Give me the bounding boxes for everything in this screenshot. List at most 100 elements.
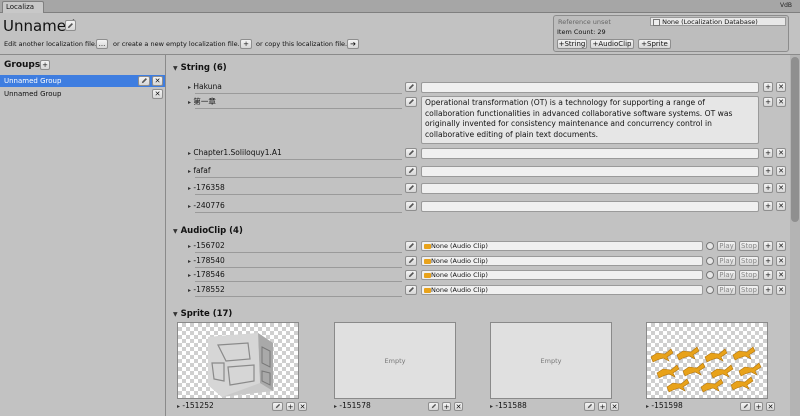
edit-key-button[interactable] (405, 256, 417, 266)
add-entry-button[interactable]: + (763, 256, 773, 266)
string-value-field[interactable] (421, 183, 759, 194)
audioclip-object-field[interactable]: None (Audio Clip) (421, 256, 703, 266)
edit-key-button[interactable] (405, 270, 417, 280)
play-button[interactable]: Play (717, 256, 736, 266)
group-row[interactable]: Unnamed Group ✕ (0, 75, 165, 87)
add-entry-button[interactable]: + (763, 97, 773, 107)
pencil-icon (408, 168, 414, 174)
expand-icon: ▸ (188, 185, 192, 192)
animal-frame (704, 348, 728, 363)
pencil-icon (743, 403, 748, 409)
window-right-label: VdB (779, 2, 792, 9)
play-button[interactable]: Play (717, 241, 736, 251)
sprite-preview[interactable]: Empty (334, 322, 456, 399)
sprite-preview[interactable]: Empty (490, 322, 612, 399)
string-value-field[interactable] (421, 148, 759, 159)
remove-entry-button[interactable]: ✕ (776, 82, 786, 92)
stop-button[interactable]: Stop (739, 285, 759, 295)
expand-icon: ▸ (188, 84, 192, 91)
stop-button[interactable]: Stop (739, 256, 759, 266)
edit-key-button[interactable] (405, 241, 417, 251)
add-entry-button[interactable]: + (763, 82, 773, 92)
add-entry-button[interactable]: + (763, 166, 773, 176)
stop-button[interactable]: Stop (739, 270, 759, 280)
remove-entry-button[interactable]: ✕ (766, 402, 775, 411)
add-sprite-button[interactable]: +Sprite (638, 39, 671, 49)
sprite-preview[interactable] (646, 322, 768, 399)
add-entry-button[interactable]: + (763, 148, 773, 158)
object-picker-icon[interactable] (706, 257, 714, 265)
audioclip-key: ▸ -178552 (188, 285, 225, 294)
remove-entry-button[interactable]: ✕ (776, 270, 786, 280)
add-entry-button[interactable]: + (754, 402, 763, 411)
edit-key-button[interactable] (584, 402, 595, 411)
add-entry-button[interactable]: + (763, 201, 773, 211)
edit-key-button[interactable] (428, 402, 439, 411)
add-string-button[interactable]: +String (557, 39, 587, 49)
add-entry-button[interactable]: + (286, 402, 295, 411)
string-value-field[interactable] (421, 82, 759, 93)
remove-entry-button[interactable]: ✕ (776, 183, 786, 193)
remove-entry-button[interactable]: ✕ (610, 402, 619, 411)
edit-key-button[interactable] (405, 183, 417, 193)
stop-button[interactable]: Stop (739, 241, 759, 251)
string-value-field[interactable] (421, 201, 759, 212)
edit-key-button[interactable] (405, 201, 417, 211)
browse-file-button[interactable]: ... (96, 39, 108, 49)
remove-entry-button[interactable]: ✕ (776, 97, 786, 107)
remove-entry-button[interactable]: ✕ (776, 148, 786, 158)
play-button[interactable]: Play (717, 285, 736, 295)
add-entry-button[interactable]: + (763, 285, 773, 295)
sprite-preview[interactable] (177, 322, 299, 399)
string-value-textarea[interactable]: Operational transformation (OT) is a tec… (421, 96, 759, 144)
string-section-header[interactable]: ▼ String (6) (173, 63, 227, 74)
string-value-field[interactable] (421, 166, 759, 177)
add-entry-button[interactable]: + (763, 183, 773, 193)
edit-key-button[interactable] (405, 148, 417, 158)
add-entry-button[interactable]: + (598, 402, 607, 411)
edit-key-button[interactable] (405, 166, 417, 176)
audioclip-section-header[interactable]: ▼ AudioClip (4) (173, 226, 243, 237)
delete-group-button[interactable]: ✕ (152, 89, 163, 99)
edit-key-button[interactable] (405, 82, 417, 92)
edit-key-button[interactable] (405, 97, 417, 107)
edit-key-button[interactable] (405, 285, 417, 295)
section-title: String (6) (180, 63, 227, 73)
copy-file-button[interactable]: ➔ (347, 39, 359, 49)
sprite-key: ▸ -151252 (177, 401, 214, 410)
object-picker-icon[interactable] (706, 271, 714, 279)
edit-key-button[interactable] (272, 402, 283, 411)
string-key: ▸ Hakuna (188, 82, 222, 91)
audioclip-object-field[interactable]: None (Audio Clip) (421, 241, 703, 251)
remove-entry-button[interactable]: ✕ (298, 402, 307, 411)
add-entry-button[interactable]: + (442, 402, 451, 411)
add-entry-button[interactable]: + (763, 270, 773, 280)
rename-title-button[interactable] (65, 20, 76, 31)
scrollbar-thumb[interactable] (791, 57, 799, 222)
group-row[interactable]: Unnamed Group ✕ (0, 88, 165, 100)
add-group-button[interactable]: + (40, 60, 50, 70)
remove-entry-button[interactable]: ✕ (776, 285, 786, 295)
object-picker-icon[interactable] (706, 242, 714, 250)
play-button[interactable]: Play (717, 270, 736, 280)
create-new-file-button[interactable]: + (240, 39, 252, 49)
window-tab[interactable]: Localiza (2, 1, 44, 13)
object-picker-icon[interactable] (706, 286, 714, 294)
groups-sidebar: Groups + Unnamed Group ✕ Unnamed Group ✕ (0, 55, 166, 416)
add-audioclip-button[interactable]: +AudioClip (590, 39, 634, 49)
remove-entry-button[interactable]: ✕ (454, 402, 463, 411)
scrollbar-track[interactable] (790, 55, 800, 416)
audioclip-object-field[interactable]: None (Audio Clip) (421, 270, 703, 280)
remove-entry-button[interactable]: ✕ (776, 256, 786, 266)
rename-group-button[interactable] (138, 76, 150, 86)
remove-entry-button[interactable]: ✕ (776, 241, 786, 251)
add-entry-button[interactable]: + (763, 241, 773, 251)
audioclip-object-field[interactable]: None (Audio Clip) (421, 285, 703, 295)
expand-icon: ▸ (188, 287, 192, 294)
delete-group-button[interactable]: ✕ (152, 76, 163, 86)
edit-key-button[interactable] (740, 402, 751, 411)
remove-entry-button[interactable]: ✕ (776, 201, 786, 211)
database-object-field[interactable]: None (Localization Database) (650, 17, 786, 26)
sprite-section-header[interactable]: ▼ Sprite (17) (173, 309, 232, 320)
remove-entry-button[interactable]: ✕ (776, 166, 786, 176)
